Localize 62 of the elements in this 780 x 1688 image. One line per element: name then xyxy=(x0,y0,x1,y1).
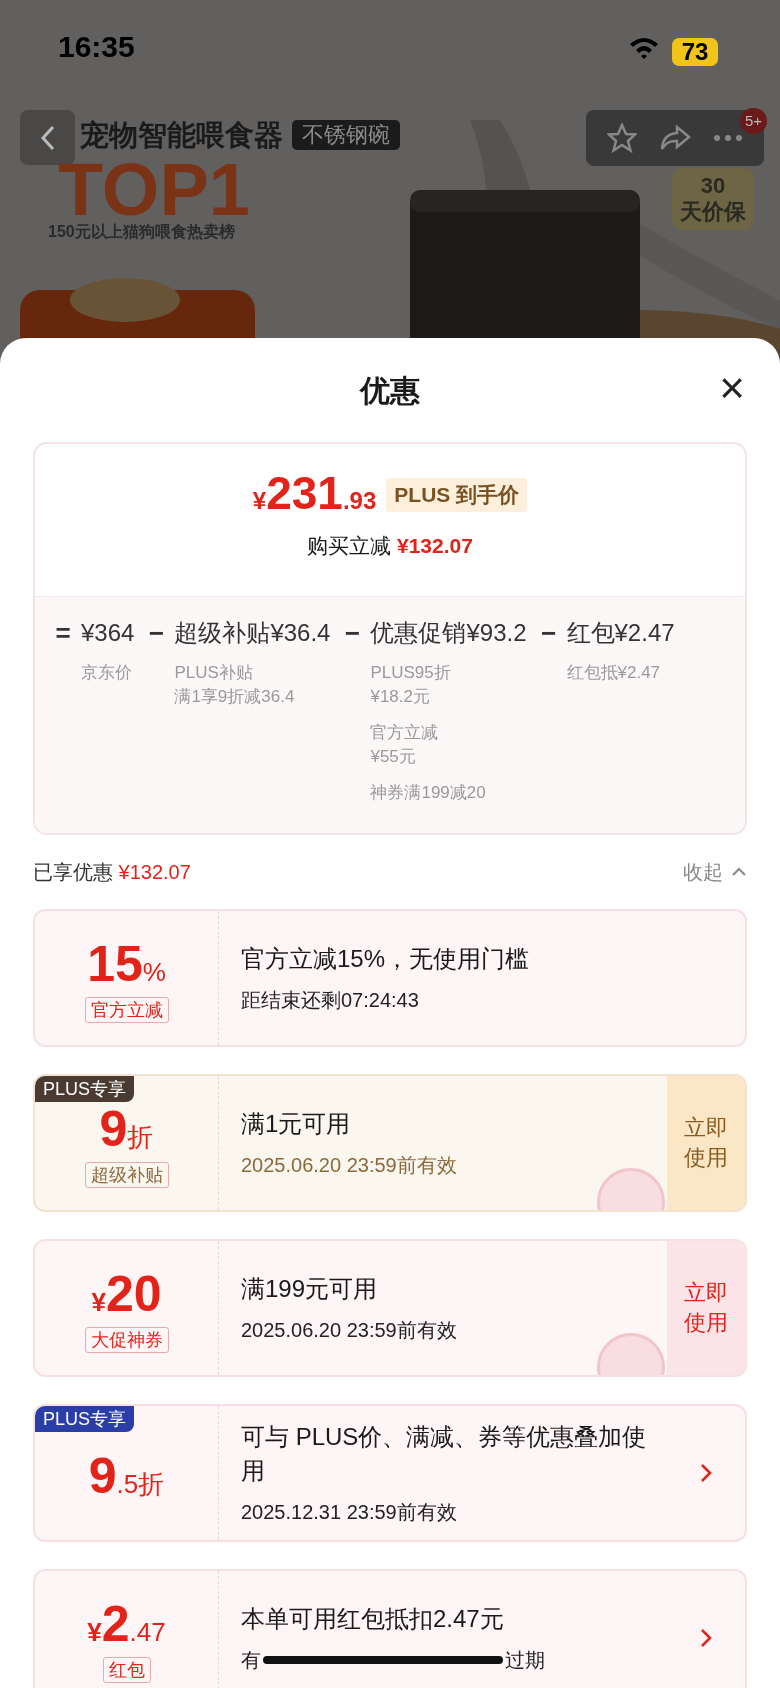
more-icon[interactable] xyxy=(713,134,743,142)
status-time: 16:35 xyxy=(58,32,135,62)
coupon-value: 9折 xyxy=(99,1104,154,1154)
coupon-tag: 红包 xyxy=(102,1657,151,1683)
battery-indicator: 73 xyxy=(672,38,718,66)
use-now-button[interactable]: 立即使用 xyxy=(667,1241,745,1375)
breakdown-note: 官方立减 xyxy=(370,722,440,744)
share-icon[interactable] xyxy=(659,124,691,152)
coupon-title: 满1元可用 xyxy=(241,1109,352,1139)
breakdown-amount: 优惠促销¥93.2 xyxy=(370,618,527,648)
breakdown-amount: ¥364 xyxy=(81,618,135,648)
plus-badge: PLUS专享 xyxy=(35,1076,135,1102)
coupon-value: ¥20 xyxy=(91,1269,162,1319)
guarantee-badge: 30天价保 xyxy=(672,168,754,230)
breakdown-note: ¥18.2元 xyxy=(370,686,431,708)
product-title: 宠物智能喂食器 xyxy=(80,118,283,153)
collapse-button[interactable]: 收起 xyxy=(683,857,747,887)
breakdown-amount: 超级补贴¥36.4 xyxy=(174,618,331,648)
coupon-tag: 官方立减 xyxy=(84,997,169,1023)
coupon-tag: 超级补贴 xyxy=(84,1162,169,1188)
coupon-value: 9.5折 xyxy=(88,1451,165,1501)
breakdown-note: 红包抵¥2.47 xyxy=(566,662,662,684)
coupon-value: ¥2.47 xyxy=(87,1599,166,1649)
breakdown-note: PLUS补贴 xyxy=(174,662,254,684)
chevron-left-icon xyxy=(38,123,57,152)
expiry-note-end: 过期 xyxy=(505,1648,545,1673)
breakdown-amount: 红包¥2.47 xyxy=(566,618,675,648)
breakdown-note: PLUS95折 xyxy=(370,662,452,684)
breakdown-note: 神券满199减20 xyxy=(370,782,487,804)
plus-badge: PLUS专享 xyxy=(35,1406,135,1432)
chevron-right-icon[interactable] xyxy=(700,1628,712,1648)
coupon-title: 官方立减15%，无使用门槛 xyxy=(241,944,531,974)
coupon-title: 满199元可用 xyxy=(241,1274,379,1304)
chevron-right-icon[interactable] xyxy=(700,1463,712,1483)
caret-icon xyxy=(731,867,747,877)
final-price: ¥231.93 xyxy=(252,470,377,516)
price-tag: PLUS 到手价 xyxy=(386,478,528,512)
sheet-title: 优惠 xyxy=(360,372,420,409)
operator-sign: = xyxy=(54,617,72,650)
wifi-icon xyxy=(628,36,660,60)
coupon-title: 可与 PLUS价、满减、券等优惠叠加使用 xyxy=(241,1422,648,1486)
saving-text: 购买立减 ¥132.07 xyxy=(307,533,473,559)
close-button[interactable]: × xyxy=(712,368,752,408)
coupon-validity: 距结束还剩07:24:43 xyxy=(241,988,420,1013)
operator-sign: − xyxy=(147,617,165,650)
coupon-validity: 2025.12.31 23:59前有效 xyxy=(241,1500,458,1525)
back-button[interactable] xyxy=(20,110,75,165)
breakdown-note: ¥55元 xyxy=(370,746,417,768)
product-tag: 不锈钢碗 xyxy=(292,120,400,150)
use-now-button[interactable]: 立即使用 xyxy=(667,1076,745,1210)
operator-sign: − xyxy=(539,617,558,650)
expiry-note-start: 有 xyxy=(241,1648,261,1673)
coupon-validity: 2025.06.20 23:59前有效 xyxy=(241,1318,458,1343)
breakdown-note: 京东价 xyxy=(81,662,133,684)
coupon-tag: 大促神券 xyxy=(84,1327,169,1353)
breakdown-note: 满1享9折减36.4 xyxy=(174,686,296,708)
coupon-validity: 2025.06.20 23:59前有效 xyxy=(241,1153,458,1178)
coupon-title: 本单可用红包抵扣2.47元 xyxy=(241,1604,505,1634)
applied-discount-text: 已享优惠 ¥132.07 xyxy=(33,860,191,885)
operator-sign: − xyxy=(343,617,362,650)
star-icon[interactable] xyxy=(607,123,637,153)
coupon-value: 15% xyxy=(87,939,166,989)
